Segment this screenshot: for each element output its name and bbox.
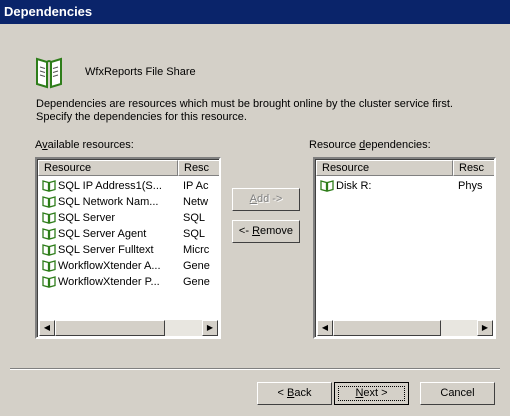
list-item[interactable]: SQL Server SQL xyxy=(38,210,219,226)
available-resources-label: Available resources: xyxy=(35,139,134,151)
horizontal-scrollbar[interactable]: ◀ ▶ xyxy=(39,320,218,336)
column-header-resource[interactable]: Resource xyxy=(316,160,453,176)
scroll-thumb[interactable] xyxy=(55,320,165,336)
book-icon xyxy=(42,195,56,208)
scroll-left-arrow-icon[interactable]: ◀ xyxy=(317,320,333,336)
resource-name-cell: Disk R: xyxy=(336,180,372,192)
resource-name-cell: SQL Server xyxy=(58,212,116,224)
book-icon xyxy=(34,55,64,89)
add-button[interactable]: Add -> xyxy=(232,188,300,211)
scroll-right-arrow-icon[interactable]: ▶ xyxy=(202,320,218,336)
list-item[interactable]: WorkflowXtender A... Gene xyxy=(38,258,219,274)
list-item[interactable]: SQL Server Agent SQL xyxy=(38,226,219,242)
resource-name-cell: SQL IP Address1(S... xyxy=(58,180,162,192)
horizontal-scrollbar[interactable]: ◀ ▶ xyxy=(317,320,493,336)
title-bar: Dependencies xyxy=(0,0,510,24)
resource-type-cell: Gene xyxy=(183,260,210,272)
resource-dependencies-list[interactable]: Resource Resc Disk R: Phys ◀ ▶ xyxy=(313,157,496,339)
scroll-left-arrow-icon[interactable]: ◀ xyxy=(39,320,55,336)
scroll-thumb[interactable] xyxy=(333,320,441,336)
available-resources-list[interactable]: Resource Resc SQL IP Address1(S... IP Ac S… xyxy=(35,157,221,339)
book-icon xyxy=(42,243,56,256)
separator xyxy=(10,369,500,370)
window-title: Dependencies xyxy=(4,4,93,19)
book-icon xyxy=(320,179,334,192)
list-item[interactable]: SQL Network Nam... Netw xyxy=(38,194,219,210)
resource-name: WfxReports File Share xyxy=(85,66,196,78)
list-item[interactable]: SQL IP Address1(S... IP Ac xyxy=(38,178,219,194)
next-button[interactable]: Next > xyxy=(334,382,409,405)
resource-name-cell: WorkflowXtender A... xyxy=(58,260,161,272)
column-header-resource-type[interactable]: Resc xyxy=(453,160,494,176)
resource-type-cell: Gene xyxy=(183,276,210,288)
book-icon xyxy=(42,179,56,192)
list-item[interactable]: WorkflowXtender P... Gene xyxy=(38,274,219,290)
description-line-1: Dependencies are resources which must be… xyxy=(36,98,453,110)
list-item[interactable]: SQL Server Fulltext Micrc xyxy=(38,242,219,258)
description-line-2: Specify the dependencies for this resour… xyxy=(36,111,247,123)
scroll-right-arrow-icon[interactable]: ▶ xyxy=(477,320,493,336)
resource-type-cell: SQL xyxy=(183,228,206,240)
book-icon xyxy=(42,275,56,288)
book-icon xyxy=(42,259,56,272)
resource-dependencies-label: Resource dependencies: xyxy=(309,139,431,151)
resource-name-cell: WorkflowXtender P... xyxy=(58,276,160,288)
book-icon xyxy=(42,227,56,240)
resource-type-cell: Netw xyxy=(183,196,209,208)
cancel-button[interactable]: Cancel xyxy=(420,382,495,405)
remove-button[interactable]: <- Remove xyxy=(232,220,300,243)
resource-type-cell: SQL xyxy=(183,212,206,224)
focus-rect xyxy=(338,386,405,401)
resource-name-cell: SQL Server Fulltext xyxy=(58,244,154,256)
resource-type-cell: Micrc xyxy=(183,244,210,256)
description-text: Dependencies are resources which must be… xyxy=(36,98,486,124)
resource-type-cell: Phys xyxy=(458,180,483,192)
back-button[interactable]: < Back xyxy=(257,382,332,405)
column-header-resource-type[interactable]: Resc xyxy=(178,160,219,176)
resource-type-cell: IP Ac xyxy=(183,180,209,192)
book-icon xyxy=(42,211,56,224)
resource-name-cell: SQL Server Agent xyxy=(58,228,147,240)
resource-name-cell: SQL Network Nam... xyxy=(58,196,159,208)
column-header-resource[interactable]: Resource xyxy=(38,160,178,176)
list-item[interactable]: Disk R: Phys xyxy=(316,178,494,194)
